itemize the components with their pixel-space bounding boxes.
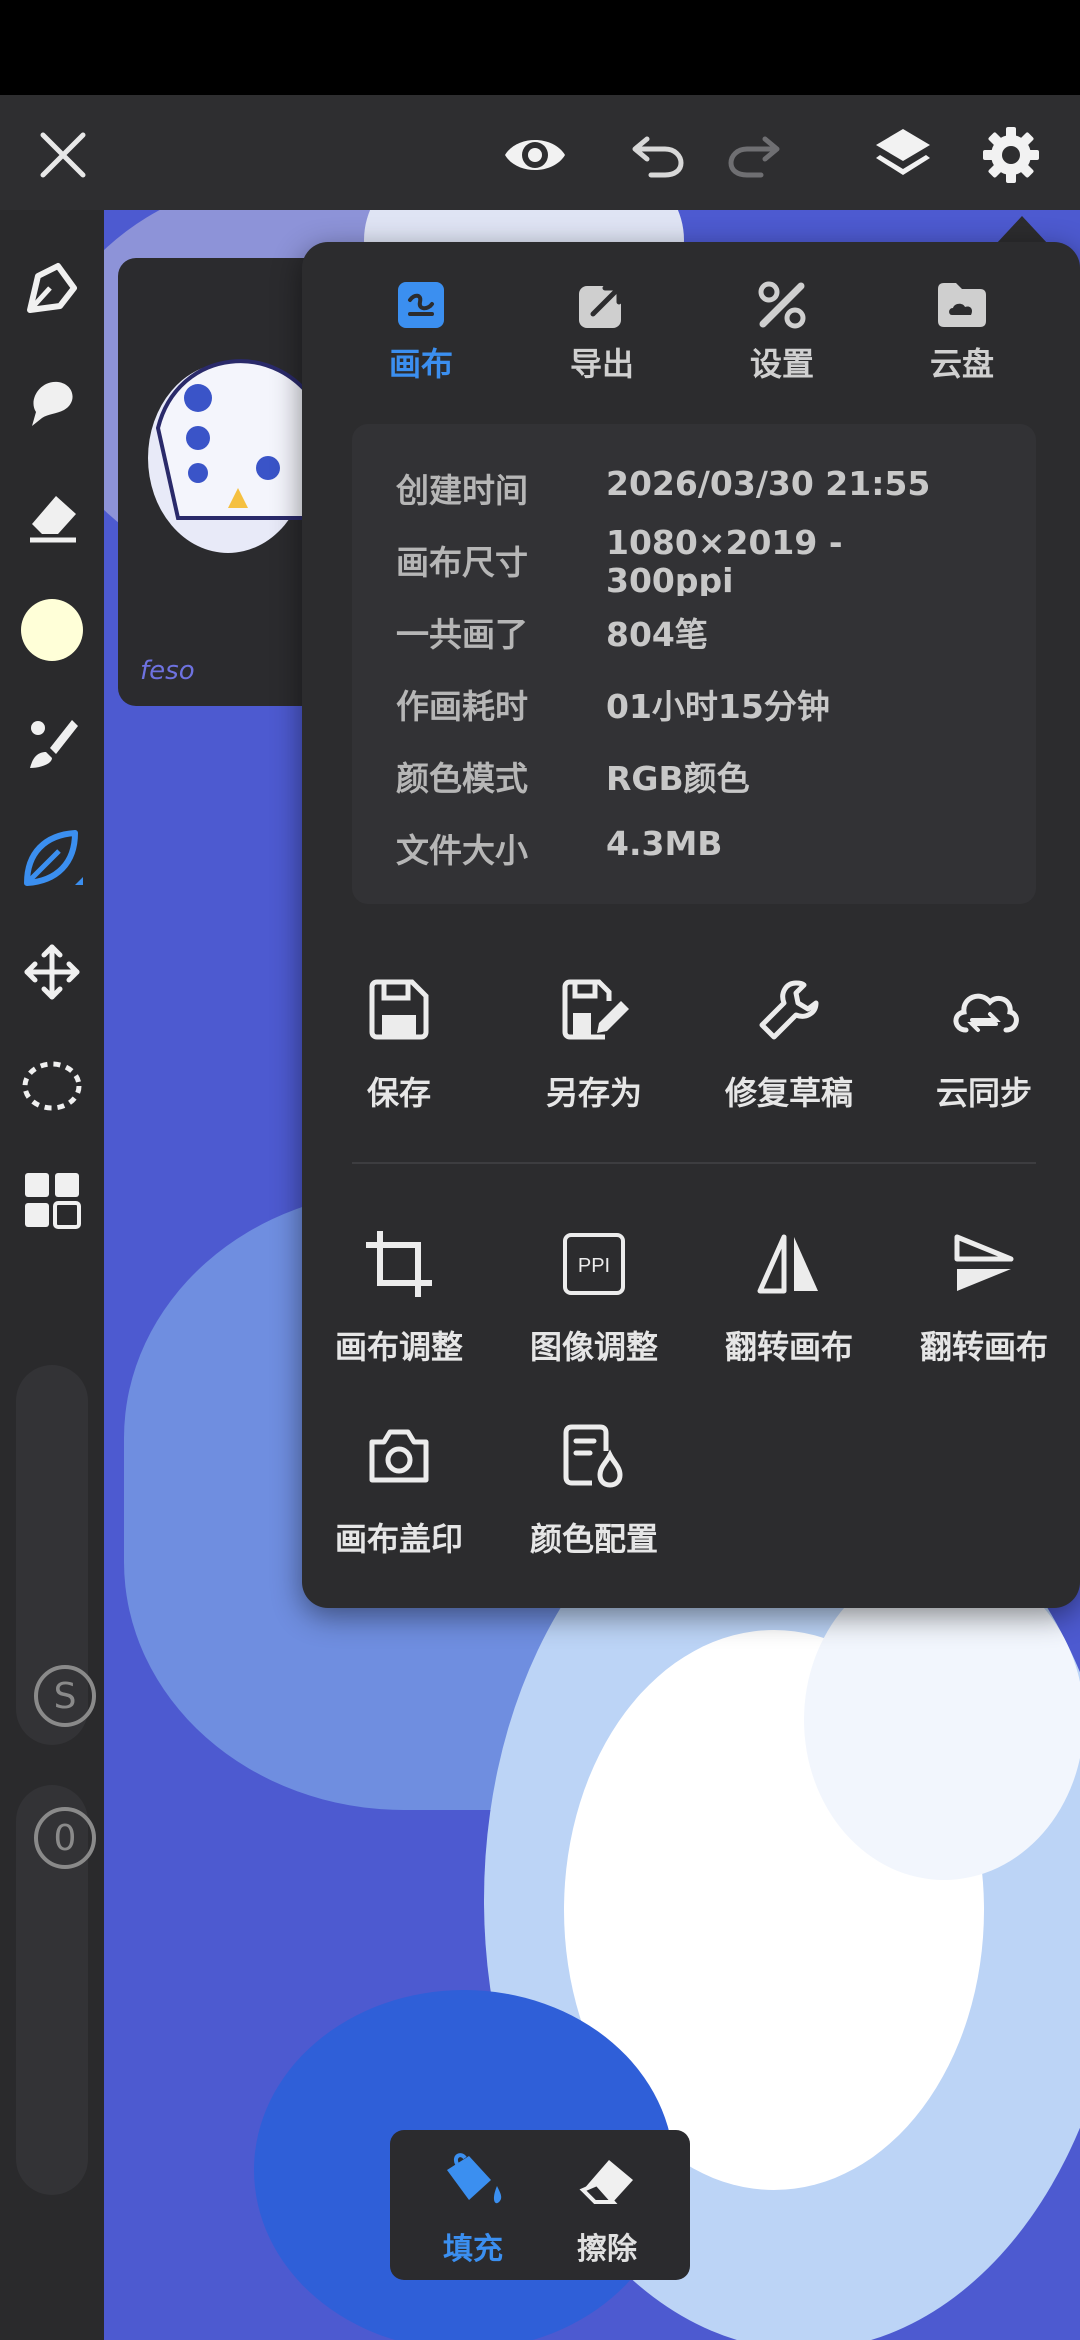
flip-vertical-button[interactable]: 翻转画布 [889, 1224, 1079, 1368]
lasso-tool[interactable] [14, 1048, 90, 1124]
ppi-icon: PPI [563, 1233, 625, 1295]
fill-mode-button[interactable]: 填充 [418, 2150, 528, 2268]
flip-vertical-icon [954, 1234, 1014, 1291]
section-divider [352, 1162, 1036, 1164]
undo-button[interactable] [622, 120, 692, 190]
camera-icon [369, 1429, 429, 1483]
tab-cloud-label: 云盘 [929, 345, 994, 383]
svg-text:PPI: PPI [578, 1255, 610, 1277]
canvas-icon [398, 282, 444, 328]
save-as-button[interactable]: 另存为 [499, 970, 689, 1114]
eraser-tool[interactable] [14, 478, 90, 554]
brush-icon [30, 720, 78, 768]
canvas-paint-area [804, 1560, 1080, 1880]
brush-size-slider[interactable]: S [16, 1365, 96, 1745]
flip-horizontal-icon [757, 1234, 818, 1294]
erase-mode-button[interactable]: 擦除 [552, 2150, 662, 2268]
redo-button[interactable] [720, 120, 790, 190]
settings-button[interactable] [976, 120, 1046, 190]
save-icon [369, 979, 429, 1040]
tab-settings-label: 设置 [749, 345, 814, 383]
canvas-stamp-button[interactable]: 画布盖印 [304, 1416, 494, 1560]
fill-mode-toolbar: 填充 擦除 [390, 2130, 690, 2280]
gear-icon [983, 127, 1039, 183]
image-adjust-button[interactable]: PPI 图像调整 [499, 1224, 689, 1368]
erase-mode-label: 擦除 [577, 2232, 637, 2267]
save-button[interactable]: 保存 [304, 970, 494, 1114]
cloud-sync-button[interactable]: 云同步 [889, 970, 1079, 1114]
leaf-icon [24, 830, 83, 886]
opacity-label: 0 [34, 1807, 96, 1869]
current-color-swatch [21, 599, 83, 661]
info-row-strokes: 一共画了 804笔 [396, 615, 708, 654]
export-icon [579, 285, 622, 328]
preview-button[interactable] [500, 120, 570, 190]
layers-icon [876, 129, 930, 175]
opacity-slider[interactable]: 0 [16, 1785, 96, 2195]
canvas-info-panel: 创建时间 2026/03/30 21:55 画布尺寸 1080×2019 - 30… [352, 424, 1036, 904]
smudge-tool[interactable] [14, 364, 90, 440]
close-icon [40, 132, 86, 178]
flip-horizontal-button[interactable]: 翻转画布 [694, 1224, 884, 1368]
save-as-icon [562, 979, 629, 1040]
cloud-folder-icon [938, 283, 986, 327]
info-row-time: 作画耗时 01小时15分钟 [396, 687, 830, 726]
canvas-menu-popup: 画布 导出 设置 云盘 创建时间 2026/03/30 21:55 画布尺寸 10… [302, 242, 1080, 1608]
close-button[interactable] [28, 120, 98, 190]
tab-cloud[interactable]: 云盘 [902, 277, 1022, 385]
smudge-icon [32, 381, 73, 426]
tab-export-label: 导出 [569, 345, 634, 383]
color-profile-icon [563, 1424, 623, 1488]
popup-pointer [996, 216, 1048, 244]
info-row-created: 创建时间 2026/03/30 21:55 [396, 464, 931, 510]
status-bar [0, 0, 1080, 95]
canvas-adjust-button[interactable]: 画布调整 [304, 1224, 494, 1368]
tools-icon [758, 281, 806, 329]
move-arrows-icon [24, 944, 80, 1000]
fill-mode-label: 填充 [443, 2232, 503, 2267]
eye-icon [505, 140, 565, 170]
tab-canvas[interactable]: 画布 [361, 277, 481, 385]
repair-draft-button[interactable]: 修复草稿 [694, 970, 884, 1114]
eraser-icon [579, 2160, 633, 2204]
paint-bucket-icon [447, 2153, 502, 2204]
color-picker-button[interactable] [14, 592, 90, 668]
info-row-file-size: 文件大小 4.3MB [396, 824, 723, 870]
wrench-icon [759, 980, 819, 1040]
tab-settings[interactable]: 设置 [722, 277, 842, 385]
brush-size-label: S [34, 1665, 96, 1727]
thumbnail-caption: feso [140, 656, 195, 686]
tab-canvas-label: 画布 [388, 345, 453, 383]
fill-tool[interactable] [14, 820, 90, 896]
color-profile-button[interactable]: 颜色配置 [499, 1416, 689, 1560]
crop-icon [366, 1231, 432, 1297]
undo-icon [632, 136, 684, 178]
eraser-icon [30, 496, 76, 543]
pen-nib-icon [27, 263, 77, 313]
info-row-color-mode: 颜色模式 RGB颜色 [396, 759, 750, 798]
pen-tool[interactable] [14, 250, 90, 326]
redo-icon [728, 136, 780, 178]
layers-button[interactable] [868, 120, 938, 190]
grid-icon [25, 1173, 81, 1229]
transform-tool[interactable] [14, 934, 90, 1010]
tab-export[interactable]: 导出 [542, 277, 662, 385]
info-row-size: 画布尺寸 1080×2019 - 300ppi [396, 524, 843, 596]
grid-menu-button[interactable] [14, 1162, 90, 1238]
lasso-icon [22, 1061, 82, 1111]
brush-tool[interactable] [14, 706, 90, 782]
cloud-sync-icon [953, 993, 1019, 1033]
